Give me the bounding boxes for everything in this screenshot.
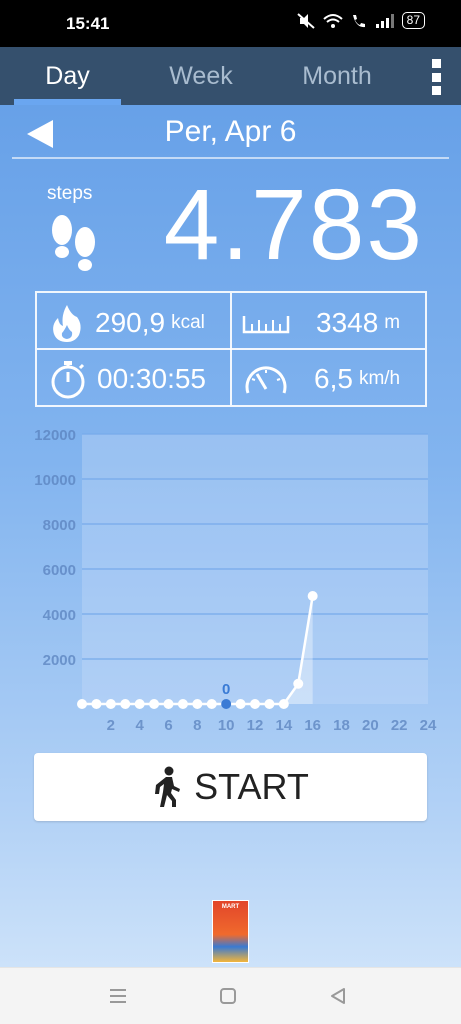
flame-icon — [53, 305, 81, 342]
data-point[interactable] — [105, 699, 116, 709]
data-point[interactable] — [91, 699, 102, 709]
data-point[interactable] — [163, 699, 174, 709]
distance-value: 3348 — [316, 307, 379, 338]
x-tick-label: 14 — [275, 717, 292, 734]
data-point[interactable] — [192, 699, 203, 709]
x-tick-label: 18 — [333, 717, 350, 734]
menu-icon[interactable] — [106, 984, 130, 1008]
mute-icon — [296, 12, 315, 29]
wifi-call-icon — [352, 14, 365, 27]
speed-unit: km/h — [358, 368, 401, 389]
distance-unit: m — [384, 312, 401, 333]
tab-week[interactable]: Week — [147, 47, 255, 105]
x-tick-label: 8 — [193, 717, 201, 734]
steps-label: steps — [47, 183, 93, 204]
x-tick-label: 12 — [247, 717, 264, 734]
data-point[interactable] — [250, 699, 260, 709]
steps-count: 4.783 — [163, 169, 424, 281]
status-bar: 15:41 87 — [0, 0, 461, 47]
y-tick-label: 2000 — [43, 652, 76, 669]
back-icon[interactable] — [326, 984, 350, 1008]
hourly-steps-chart[interactable]: 20004000600080001000012000 2 4 6 8 10 12 14 16 1… — [0, 420, 461, 740]
tab-day[interactable]: Day — [14, 47, 121, 105]
calories-unit: kcal — [171, 312, 205, 333]
data-point[interactable] — [293, 678, 304, 689]
y-tick-label: 6000 — [43, 562, 76, 579]
data-point[interactable] — [177, 699, 188, 709]
calories-cell: 290,9 kcal — [49, 295, 229, 351]
top-tab-bar: Day Week Month — [0, 47, 461, 105]
y-tick-label: 4000 — [43, 607, 76, 624]
tab-month[interactable]: Month — [282, 47, 392, 105]
overflow-menu-icon[interactable] — [429, 59, 443, 95]
home-icon[interactable] — [216, 984, 240, 1008]
ad-banner[interactable]: MART — [212, 900, 249, 963]
calories-value: 290,9 — [95, 307, 166, 338]
ad-text: MART — [221, 904, 240, 910]
ruler-icon — [242, 316, 290, 334]
footprints-icon — [52, 215, 95, 271]
x-tick-label: 2 — [107, 717, 115, 734]
active-tab-indicator — [14, 99, 121, 105]
y-tick-label: 10000 — [34, 472, 76, 489]
stats-grid: 290,9 kcal 3348 m 00:30:55 6,5 km/h — [35, 291, 427, 407]
x-tick-label: 4 — [135, 717, 144, 734]
speed-cell: 6,5 km/h — [242, 351, 424, 407]
date-title: Per, Apr 6 — [164, 115, 297, 148]
x-tick-label: 24 — [420, 717, 437, 734]
system-nav-bar — [0, 967, 461, 1024]
signal-icon — [375, 13, 394, 28]
data-point[interactable] — [149, 699, 160, 709]
y-tick-label: 8000 — [43, 517, 76, 534]
data-point[interactable] — [264, 699, 275, 709]
speedometer-icon — [245, 366, 287, 394]
walking-person-icon — [155, 766, 181, 807]
status-icons: 87 — [296, 12, 425, 29]
data-point[interactable] — [77, 699, 87, 709]
data-point[interactable] — [278, 699, 289, 709]
battery-icon: 87 — [401, 12, 425, 29]
x-tick-label: 10 — [218, 717, 235, 734]
data-point[interactable] — [120, 699, 131, 709]
x-tick-label: 6 — [164, 717, 172, 734]
y-tick-label: 12000 — [34, 427, 76, 444]
data-point[interactable] — [307, 591, 318, 601]
status-time: 15:41 — [66, 14, 110, 33]
data-point[interactable] — [235, 699, 246, 709]
wifi-icon — [322, 13, 343, 28]
start-button[interactable]: START — [34, 753, 427, 821]
x-tick-label: 16 — [304, 717, 321, 734]
data-point[interactable] — [134, 699, 145, 709]
speed-value: 6,5 — [314, 363, 353, 394]
data-point[interactable] — [206, 699, 217, 709]
duration-cell: 00:30:55 — [49, 351, 229, 407]
selected-point-label: 0 — [222, 681, 230, 698]
duration-value: 00:30:55 — [97, 363, 206, 394]
divider — [12, 157, 449, 159]
x-tick-label: 22 — [391, 717, 408, 734]
stopwatch-icon — [51, 361, 85, 399]
x-tick-label: 20 — [362, 717, 379, 734]
distance-cell: 3348 m — [242, 295, 424, 351]
selected-data-point[interactable] — [221, 699, 232, 709]
start-button-label: START — [194, 766, 309, 807]
